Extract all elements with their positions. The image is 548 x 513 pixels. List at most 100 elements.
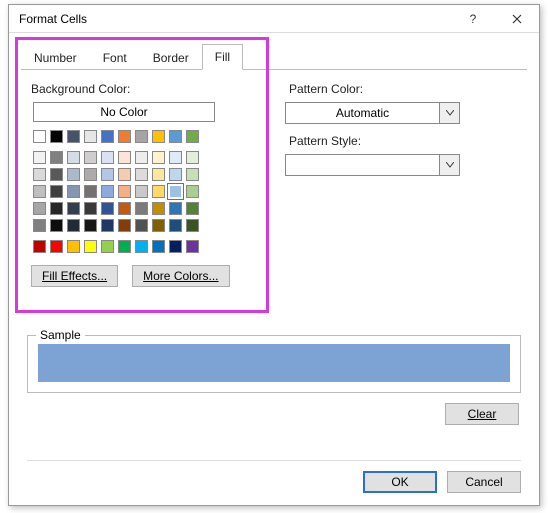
- color-swatch[interactable]: [67, 168, 80, 181]
- color-swatch[interactable]: [135, 240, 148, 253]
- dialog-title: Format Cells: [19, 12, 451, 26]
- format-cells-dialog: Format Cells ? Number Font Border Fill B…: [8, 4, 540, 506]
- color-swatch[interactable]: [169, 185, 182, 198]
- clear-label: Clear: [468, 407, 497, 421]
- color-swatch[interactable]: [50, 151, 63, 164]
- color-swatch[interactable]: [186, 202, 199, 215]
- color-swatch[interactable]: [135, 185, 148, 198]
- color-swatch[interactable]: [152, 130, 165, 143]
- color-swatch[interactable]: [84, 130, 97, 143]
- color-swatch[interactable]: [33, 240, 46, 253]
- fill-effects-label: Fill Effects...: [42, 269, 107, 283]
- color-swatch[interactable]: [186, 168, 199, 181]
- color-swatch[interactable]: [152, 151, 165, 164]
- color-swatch[interactable]: [118, 240, 131, 253]
- color-swatch[interactable]: [135, 202, 148, 215]
- color-swatch[interactable]: [186, 185, 199, 198]
- color-swatch[interactable]: [50, 240, 63, 253]
- color-swatch[interactable]: [33, 130, 46, 143]
- color-swatch[interactable]: [50, 202, 63, 215]
- color-swatch[interactable]: [67, 130, 80, 143]
- color-swatch[interactable]: [50, 185, 63, 198]
- titlebar: Format Cells ?: [9, 5, 539, 33]
- color-swatch[interactable]: [135, 168, 148, 181]
- more-colors-label: More Colors...: [143, 269, 218, 283]
- clear-button[interactable]: Clear: [445, 403, 519, 425]
- color-swatch[interactable]: [101, 219, 114, 232]
- color-swatch[interactable]: [152, 240, 165, 253]
- color-swatch[interactable]: [118, 185, 131, 198]
- color-swatch[interactable]: [169, 219, 182, 232]
- color-swatch[interactable]: [84, 202, 97, 215]
- color-swatch[interactable]: [67, 151, 80, 164]
- tab-number[interactable]: Number: [21, 45, 90, 70]
- dialog-footer: OK Cancel: [27, 460, 521, 493]
- no-color-label: No Color: [100, 105, 147, 119]
- color-swatch[interactable]: [118, 151, 131, 164]
- color-swatch[interactable]: [118, 168, 131, 181]
- color-swatch[interactable]: [67, 202, 80, 215]
- color-swatch[interactable]: [118, 130, 131, 143]
- color-swatch[interactable]: [33, 151, 46, 164]
- pattern-color-chevron[interactable]: [439, 103, 459, 123]
- color-swatch[interactable]: [84, 151, 97, 164]
- color-swatch[interactable]: [152, 168, 165, 181]
- color-swatch[interactable]: [33, 219, 46, 232]
- color-swatch[interactable]: [33, 185, 46, 198]
- color-swatch[interactable]: [169, 130, 182, 143]
- tab-font[interactable]: Font: [90, 45, 140, 70]
- color-swatch[interactable]: [135, 130, 148, 143]
- pattern-style-chevron[interactable]: [439, 155, 459, 175]
- color-swatch[interactable]: [101, 130, 114, 143]
- fill-effects-button[interactable]: Fill Effects...: [31, 265, 118, 287]
- color-swatch[interactable]: [186, 151, 199, 164]
- color-swatch[interactable]: [169, 202, 182, 215]
- tab-bar: Number Font Border Fill: [9, 33, 539, 69]
- color-swatch[interactable]: [84, 240, 97, 253]
- color-swatch[interactable]: [67, 219, 80, 232]
- pattern-color-dropdown[interactable]: Automatic: [285, 102, 460, 124]
- color-swatch[interactable]: [33, 202, 46, 215]
- color-swatch[interactable]: [67, 185, 80, 198]
- color-swatch[interactable]: [50, 168, 63, 181]
- color-swatch[interactable]: [186, 130, 199, 143]
- cancel-button[interactable]: Cancel: [447, 471, 521, 493]
- color-swatch[interactable]: [152, 202, 165, 215]
- color-swatch[interactable]: [101, 202, 114, 215]
- background-color-panel: Background Color: No Color Fill Effects.…: [27, 80, 257, 287]
- pattern-style-label: Pattern Style:: [289, 134, 485, 148]
- color-swatch[interactable]: [118, 219, 131, 232]
- color-swatch[interactable]: [50, 219, 63, 232]
- color-swatch[interactable]: [84, 185, 97, 198]
- color-swatch[interactable]: [101, 151, 114, 164]
- color-swatch[interactable]: [67, 240, 80, 253]
- color-swatch[interactable]: [101, 185, 114, 198]
- color-swatch[interactable]: [135, 219, 148, 232]
- color-swatch[interactable]: [169, 151, 182, 164]
- chevron-down-icon: [446, 162, 454, 168]
- close-button[interactable]: [495, 5, 539, 33]
- pattern-color-value: Automatic: [286, 106, 439, 120]
- tab-fill[interactable]: Fill: [202, 44, 243, 70]
- ok-button[interactable]: OK: [363, 471, 437, 493]
- color-swatch[interactable]: [169, 168, 182, 181]
- no-color-button[interactable]: No Color: [33, 102, 215, 122]
- color-swatch[interactable]: [186, 219, 199, 232]
- color-swatch[interactable]: [135, 151, 148, 164]
- color-swatch[interactable]: [84, 219, 97, 232]
- color-swatch[interactable]: [169, 240, 182, 253]
- color-swatch[interactable]: [152, 185, 165, 198]
- color-swatch[interactable]: [152, 219, 165, 232]
- pattern-style-dropdown[interactable]: [285, 154, 460, 176]
- color-swatch[interactable]: [84, 168, 97, 181]
- color-swatch[interactable]: [33, 168, 46, 181]
- more-colors-button[interactable]: More Colors...: [132, 265, 229, 287]
- tab-border[interactable]: Border: [140, 45, 202, 70]
- help-button[interactable]: ?: [451, 5, 495, 33]
- sample-preview: [38, 344, 510, 382]
- color-swatch[interactable]: [50, 130, 63, 143]
- color-swatch[interactable]: [186, 240, 199, 253]
- color-swatch[interactable]: [118, 202, 131, 215]
- color-swatch[interactable]: [101, 240, 114, 253]
- color-swatch[interactable]: [101, 168, 114, 181]
